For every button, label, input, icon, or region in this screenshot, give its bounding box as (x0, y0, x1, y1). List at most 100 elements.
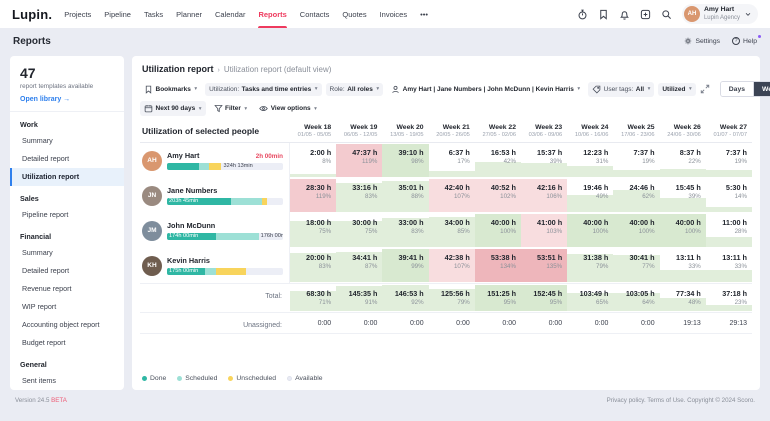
week-dates: 17/06 - 23/06 (621, 132, 655, 138)
column-header-week-27[interactable]: Week 27 01/07 - 07/07 (706, 120, 752, 142)
sidebar-item-utilization-report[interactable]: Utilization report (10, 167, 124, 186)
open-library-link[interactable]: Open library → (20, 96, 114, 103)
hours-value: 28:30 h (306, 182, 332, 192)
hours-value: 103:49 h (579, 288, 609, 298)
person-cell[interactable]: JN Jane Numbers 203h 45min (140, 178, 290, 213)
add-icon[interactable] (640, 9, 651, 20)
bell-icon[interactable] (619, 9, 630, 20)
column-header-week-22[interactable]: Week 22 27/05 - 02/06 (475, 120, 521, 142)
nav-item-calendar[interactable]: Calendar (215, 0, 245, 28)
sidebar-item-revenue-report[interactable]: Revenue report (10, 280, 124, 298)
nav-item-tasks[interactable]: Tasks (144, 0, 163, 28)
breadcrumb-report[interactable]: Utilization report (142, 64, 214, 74)
filter-bookmarks[interactable]: Bookmarks ▾ (140, 82, 201, 97)
search-icon[interactable] (661, 9, 672, 20)
filter-utilized[interactable]: Utilized ▾ (658, 82, 696, 96)
filter-view-options[interactable]: View options ▾ (255, 101, 321, 116)
utilization-cell: 2:00 h 8% (290, 143, 337, 178)
sidebar-item-summary[interactable]: Summary (10, 244, 124, 262)
percent-value: 100% (638, 228, 655, 235)
avatar: JM (142, 220, 162, 241)
utilization-bar: 175h 00min (167, 268, 283, 275)
sidebar-item-sent-items[interactable]: Sent items (10, 372, 124, 390)
utilization-bar: 324h 13min (167, 163, 283, 170)
person-cell[interactable]: KH Kevin Harris 175h 00min (140, 248, 290, 283)
column-header-week-23[interactable]: Week 23 03/06 - 09/06 (521, 120, 567, 142)
settings-button[interactable]: Settings (684, 37, 720, 45)
overtime-alert: 2h 00min (255, 153, 283, 160)
sidebar-item-summary[interactable]: Summary (10, 132, 124, 150)
filter-filter[interactable]: Filter ▾ (210, 101, 252, 116)
percent-value: 28% (734, 228, 747, 235)
percent-value: 119% (362, 158, 378, 165)
filter-all[interactable]: User tags: All ▾ (588, 81, 655, 97)
filter-all-roles[interactable]: Role: All roles ▾ (325, 82, 384, 96)
sidebar-section-work: Work (20, 119, 38, 129)
nav-item-invoices[interactable]: Invoices (380, 0, 408, 28)
chevron-down-icon: ▾ (376, 86, 380, 92)
bookmark-icon[interactable] (598, 9, 609, 20)
sidebar-item-wip-report[interactable]: WIP report (10, 298, 124, 316)
filter-amy-hart-jane-numbers-john-mcdunn-kevin-harris[interactable]: Amy Hart | Jane Numbers | John McDunn | … (387, 82, 584, 97)
help-icon: ? (732, 37, 741, 45)
utilization-cell: 53:51 h 135% (521, 248, 568, 283)
page-header: Reports Settings ? Help (0, 28, 770, 54)
percent-value: 95% (503, 299, 516, 306)
sidebar-item-detailed-report[interactable]: Detailed report (10, 150, 124, 168)
column-header-week-26[interactable]: Week 26 24/06 - 30/06 (660, 120, 706, 142)
hours-value: 33:16 h (352, 182, 378, 192)
percent-value: 42% (503, 158, 516, 165)
sidebar-item-pipeline-report[interactable]: Pipeline report (10, 206, 124, 224)
person-name-row: Amy Hart 2h 00min (167, 151, 283, 160)
help-button[interactable]: ? Help (732, 35, 761, 45)
hours-value: 15:37 h (537, 147, 563, 157)
person-cell[interactable]: JM John McDunn 174h 00min 176h 00min (140, 213, 290, 248)
table-row-amy-hart: AH Amy Hart 2h 00min 324h 13min 2:00 h 8% 47:3… (140, 143, 752, 178)
hours-value: 40:00 h (675, 217, 701, 227)
nav-item-planner[interactable]: Planner (176, 0, 202, 28)
nav-item-contacts[interactable]: Contacts (300, 0, 330, 28)
toggle-days[interactable]: Days (720, 82, 753, 96)
percent-value: 100% (684, 228, 701, 235)
column-header-week-25[interactable]: Week 25 17/06 - 23/06 (613, 120, 659, 142)
person-icon (391, 85, 400, 94)
utilization-cell: 145:35 h 91% (336, 284, 383, 312)
hours-value: 151:25 h (487, 288, 516, 298)
bar-segment-scheduled (199, 163, 209, 170)
cell-fill (428, 171, 475, 177)
nav-item-projects[interactable]: Projects (64, 0, 91, 28)
expand-icon[interactable] (700, 84, 710, 94)
legend-label: Unscheduled (236, 375, 277, 382)
filter-next-90-days[interactable]: Next 90 days ▾ (140, 101, 206, 116)
cell-fill (659, 270, 706, 282)
hours-value: 20:00 h (306, 252, 332, 262)
utilization-bar: 174h 00min 176h 00min (167, 233, 283, 240)
toggle-weeks[interactable]: Weeks (753, 82, 770, 96)
column-header-week-18[interactable]: Week 18 01/05 - 05/05 (290, 120, 336, 142)
hours-value: 41:00 h (537, 217, 563, 227)
nav-item-pipeline[interactable]: Pipeline (104, 0, 131, 28)
utilization-cell: 40:00 h 100% (659, 213, 706, 248)
filter-value: Tasks and time entries (241, 85, 312, 93)
nav-item-[interactable]: ••• (420, 0, 428, 28)
breadcrumb-view[interactable]: Utilization report (default view) (224, 65, 332, 74)
stopwatch-icon[interactable] (577, 9, 588, 20)
week-dates: 20/05 - 26/05 (436, 132, 470, 138)
hours-value: 30:41 h (629, 252, 655, 262)
nav-item-quotes[interactable]: Quotes (342, 0, 366, 28)
column-header-week-19[interactable]: Week 19 06/05 - 12/05 (336, 120, 382, 142)
sidebar-item-budget-report[interactable]: Budget report (10, 334, 124, 352)
column-header-week-24[interactable]: Week 24 10/06 - 16/06 (567, 120, 613, 142)
nav-item-reports[interactable]: Reports (258, 0, 288, 28)
person-cell[interactable]: AH Amy Hart 2h 00min 324h 13min (140, 143, 290, 178)
sidebar-item-detailed-report[interactable]: Detailed report (10, 262, 124, 280)
user-menu[interactable]: AH Amy Hart Lupin Agency (681, 4, 758, 24)
filter-tasks-and-time-entries[interactable]: Utilization: Tasks and time entries ▾ (205, 82, 322, 96)
column-header-week-20[interactable]: Week 20 13/05 - 19/05 (382, 120, 428, 142)
percent-value: 33% (688, 263, 701, 270)
sidebar-item-accounting-object-report[interactable]: Accounting object report (10, 316, 124, 334)
bar-total-label: 324h 13min (223, 163, 253, 169)
hours-value: 6:37 h (448, 147, 470, 157)
column-header-week-21[interactable]: Week 21 20/05 - 26/05 (429, 120, 475, 142)
legend-item-scheduled: Scheduled (177, 375, 217, 382)
